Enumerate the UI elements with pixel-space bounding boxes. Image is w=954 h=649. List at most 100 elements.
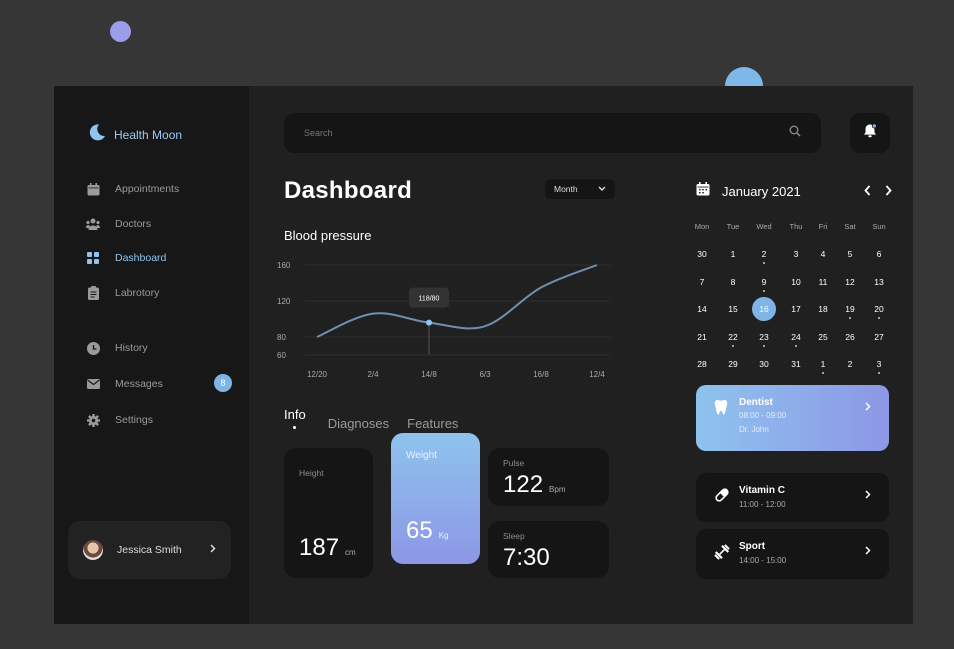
calendar-day[interactable]: 5 (838, 244, 862, 264)
calendar-day[interactable]: 29 (721, 354, 745, 374)
calendar-header: January 2021 (696, 182, 892, 201)
brand[interactable]: Health Moon (88, 123, 182, 146)
chevron-down-icon (598, 184, 606, 194)
calendar-nav (864, 183, 892, 201)
chevron-right-icon (865, 486, 871, 504)
calendar-day[interactable]: 23 (752, 327, 776, 347)
calendar-weekday: Sat (844, 222, 856, 231)
clipboard-icon (86, 286, 100, 300)
user-name: Jessica Smith (117, 544, 182, 556)
pulse-number: 122 (503, 471, 544, 498)
sleep-value: 7:30 (503, 544, 550, 571)
pulse-value: 122 Bpm (503, 471, 566, 499)
sidebar-item-appointments[interactable]: Appointments (86, 182, 179, 196)
calendar-day[interactable]: 2 (752, 244, 776, 264)
weight-number: 65 (406, 517, 433, 544)
tab-features[interactable]: Features (407, 416, 458, 431)
event-dentist[interactable]: Dentist 08:00 - 09:00 Dr. John (696, 385, 889, 451)
calendar-day[interactable]: 11 (811, 272, 835, 292)
calendar-month-title: January 2021 (722, 184, 801, 199)
tooltip-label: 118/80 (419, 296, 440, 303)
pulse-unit: Bpm (549, 485, 566, 494)
range-dropdown[interactable]: Month (545, 179, 615, 199)
pill-icon (714, 487, 730, 503)
event-dot (732, 344, 734, 347)
brand-name: Health Moon (114, 127, 183, 142)
sidebar-item-label: Doctors (115, 218, 152, 230)
app-window: Health Moon Appointments Doctors Dashboa… (54, 86, 913, 624)
sidebar-item-label: Settings (115, 414, 153, 426)
calendar-day[interactable]: 24 (784, 327, 808, 347)
calendar-day[interactable]: 19 (838, 299, 862, 319)
weight-unit: Kg (438, 531, 449, 540)
calendar-day[interactable]: 9 (752, 272, 776, 292)
calendar-day[interactable]: 4 (811, 244, 835, 264)
calendar-day[interactable]: 6 (867, 244, 891, 264)
calendar-day[interactable]: 21 (690, 327, 714, 347)
sidebar-item-labrotory[interactable]: Labrotory (86, 286, 159, 300)
tab-diagnoses[interactable]: Diagnoses (328, 416, 389, 431)
event-sport[interactable]: Sport 14:00 - 15:00 (696, 529, 889, 579)
calendar-day[interactable]: 13 (867, 272, 891, 292)
chevron-right-icon[interactable] (885, 183, 892, 201)
calendar-day[interactable]: 1 (811, 354, 835, 374)
search-icon[interactable] (789, 124, 801, 142)
dumbbell-icon (714, 544, 730, 560)
event-dot (795, 344, 797, 347)
calendar-day[interactable]: 7 (690, 272, 714, 292)
calendar-day[interactable]: 18 (811, 299, 835, 319)
height-label: Height (299, 468, 324, 478)
tab-label: Info (284, 407, 306, 422)
sidebar-item-history[interactable]: History (86, 341, 148, 355)
calendar-day[interactable]: 25 (811, 327, 835, 347)
calendar-weekday: Fri (818, 222, 828, 231)
calendar-day[interactable]: 30 (752, 354, 776, 374)
event-dot (763, 289, 765, 292)
calendar-day[interactable]: 31 (784, 354, 808, 374)
calendar-day[interactable]: 10 (784, 272, 808, 292)
pulse-label: Pulse (503, 458, 525, 468)
sidebar: Health Moon Appointments Doctors Dashboa… (54, 86, 249, 624)
calendar-day[interactable]: 30 (690, 244, 714, 264)
calendar-day[interactable]: 26 (838, 327, 862, 347)
calendar-day[interactable]: 28 (690, 354, 714, 374)
chevron-left-icon[interactable] (864, 183, 871, 201)
sidebar-item-settings[interactable]: Settings (86, 413, 153, 427)
sidebar-item-dashboard[interactable]: Dashboard (86, 251, 166, 265)
tooltip-point[interactable] (426, 319, 432, 326)
sidebar-item-label: Messages (115, 378, 163, 390)
calendar-day-selected[interactable]: 16 (752, 297, 776, 321)
users-icon (86, 217, 100, 231)
moon-icon (88, 123, 106, 146)
calendar-day[interactable]: 15 (721, 299, 745, 319)
search-input[interactable] (304, 128, 789, 138)
pulse-card[interactable]: Pulse 122 Bpm (488, 448, 609, 506)
calendar-day[interactable]: 17 (784, 299, 808, 319)
calendar-icon (86, 182, 100, 196)
calendar-day[interactable]: 3 (784, 244, 808, 264)
calendar-day[interactable]: 12 (838, 272, 862, 292)
calendar-day[interactable]: 2 (838, 354, 862, 374)
calendar-day[interactable]: 20 (867, 299, 891, 319)
x-tick-label: 12/4 (589, 370, 605, 379)
user-profile-card[interactable]: Jessica Smith (68, 521, 231, 579)
calendar-day[interactable]: 22 (721, 327, 745, 347)
height-card[interactable]: Height 187 cm (284, 448, 373, 578)
y-tick-label: 160 (277, 261, 291, 270)
event-vitamin-c[interactable]: Vitamin C 11:00 - 12:00 (696, 473, 889, 522)
calendar-day[interactable]: 1 (721, 244, 745, 264)
sidebar-item-messages[interactable]: Messages (86, 377, 163, 391)
calendar-day[interactable]: 27 (867, 327, 891, 347)
sidebar-item-label: Appointments (115, 183, 180, 195)
sleep-card[interactable]: Sleep 7:30 (488, 521, 609, 578)
sidebar-item-doctors[interactable]: Doctors (86, 217, 151, 231)
notifications-button[interactable] (850, 113, 890, 153)
calendar-day[interactable]: 14 (690, 299, 714, 319)
calendar-day[interactable]: 8 (721, 272, 745, 292)
height-unit: cm (345, 548, 356, 557)
sidebar-item-label: Labrotory (115, 287, 160, 299)
calendar-day[interactable]: 3 (867, 354, 891, 374)
clock-icon (86, 341, 100, 355)
tab-info[interactable]: Info (284, 407, 306, 431)
weight-card[interactable]: Weight 65 Kg (391, 433, 480, 564)
